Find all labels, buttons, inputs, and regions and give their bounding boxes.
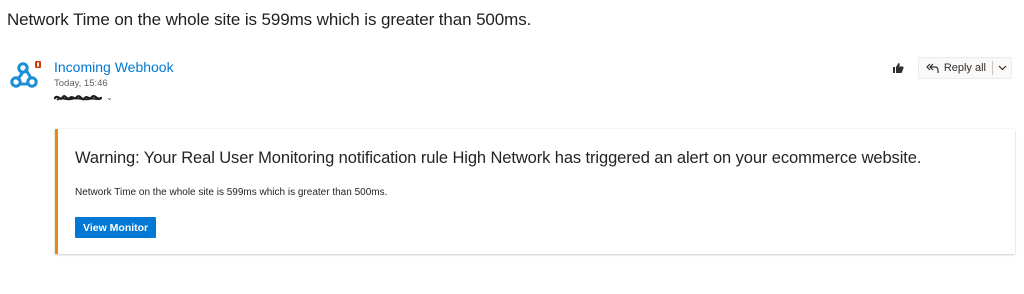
- alert-title: Warning: Your Real User Monitoring notif…: [75, 149, 922, 167]
- alert-body: Network Time on the whole site is 599ms …: [75, 187, 388, 198]
- thumbs-up-icon: [892, 63, 904, 73]
- webhook-icon: [10, 60, 42, 92]
- redacted-recipient: [54, 95, 102, 101]
- chevron-down-icon[interactable]: ⌄: [106, 94, 113, 102]
- alert-card: Warning: Your Real User Monitoring notif…: [55, 129, 1015, 254]
- chevron-down-icon: [998, 65, 1006, 71]
- reply-all-group: Reply all: [917, 57, 1012, 79]
- message-actions: Reply all: [886, 57, 1012, 79]
- reply-all-label: Reply all: [943, 62, 986, 74]
- like-button[interactable]: [886, 57, 910, 79]
- email-subject: Network Time on the whole site is 599ms …: [7, 10, 532, 29]
- reply-all-icon: [925, 63, 939, 73]
- sender-name[interactable]: Incoming Webhook: [54, 59, 174, 75]
- recipient-line[interactable]: ⌄: [54, 92, 113, 104]
- reply-all-button[interactable]: Reply all: [919, 58, 992, 78]
- reply-options-button[interactable]: [993, 58, 1011, 78]
- view-monitor-button[interactable]: View Monitor: [75, 217, 157, 238]
- sender-time: Today, 15:46: [54, 78, 108, 89]
